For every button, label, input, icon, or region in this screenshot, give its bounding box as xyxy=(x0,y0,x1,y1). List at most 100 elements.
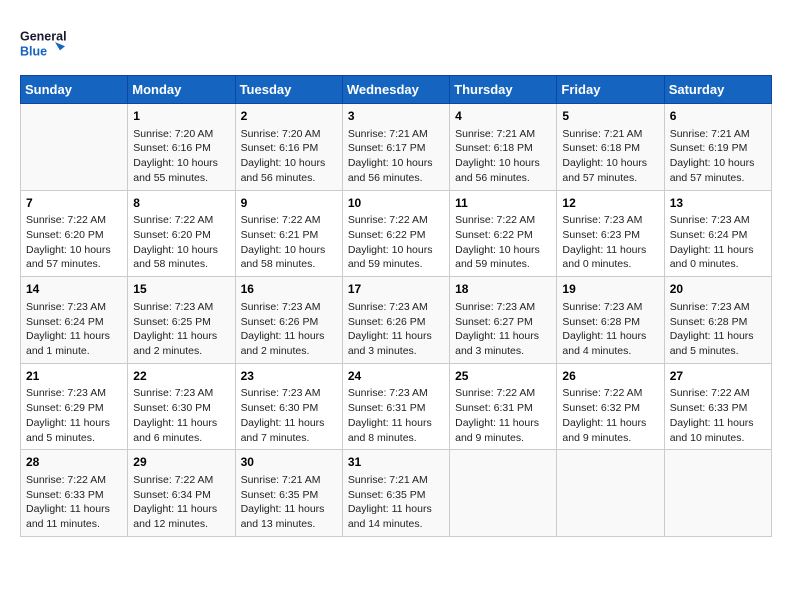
day-info: Sunrise: 7:23 AM Sunset: 6:30 PM Dayligh… xyxy=(241,386,337,445)
calendar-cell: 6 Sunrise: 7:21 AM Sunset: 6:19 PM Daylig… xyxy=(664,104,771,191)
calendar-cell: 8Sunrise: 7:22 AM Sunset: 6:20 PM Daylig… xyxy=(128,190,235,277)
calendar-body: 1Sunrise: 7:20 AM Sunset: 6:16 PM Daylig… xyxy=(21,104,772,537)
calendar-cell: 12Sunrise: 7:23 AM Sunset: 6:23 PM Dayli… xyxy=(557,190,664,277)
column-header-saturday: Saturday xyxy=(664,76,771,104)
day-number: 13 xyxy=(670,195,766,212)
day-info: Sunrise: 7:22 AM Sunset: 6:22 PM Dayligh… xyxy=(348,213,444,272)
day-number: 17 xyxy=(348,281,444,298)
calendar-cell: 5 Sunrise: 7:21 AM Sunset: 6:18 PM Daylig… xyxy=(557,104,664,191)
calendar-cell: 31 Sunrise: 7:21 AM Sunset: 6:35 PM Dayli… xyxy=(342,450,449,537)
day-info: Sunrise: 7:23 AM Sunset: 6:25 PM Dayligh… xyxy=(133,300,229,359)
day-number: 26 xyxy=(562,368,658,385)
day-number: 15 xyxy=(133,281,229,298)
svg-text:General: General xyxy=(20,29,67,43)
calendar-cell: 28 Sunrise: 7:22 AM Sunset: 6:33 PM Dayli… xyxy=(21,450,128,537)
day-info: Sunrise: 7:22 AM Sunset: 6:22 PM Dayligh… xyxy=(455,213,551,272)
week-row-3: 14Sunrise: 7:23 AM Sunset: 6:24 PM Dayli… xyxy=(21,277,772,364)
day-info: Sunrise: 7:21 AM Sunset: 6:17 PM Dayligh… xyxy=(348,127,444,186)
calendar-cell: 17 Sunrise: 7:23 AM Sunset: 6:26 PM Dayli… xyxy=(342,277,449,364)
day-number: 21 xyxy=(26,368,122,385)
day-number: 25 xyxy=(455,368,551,385)
day-number: 8 xyxy=(133,195,229,212)
day-info: Sunrise: 7:21 AM Sunset: 6:18 PM Dayligh… xyxy=(455,127,551,186)
calendar-cell: 7Sunrise: 7:22 AM Sunset: 6:20 PM Daylig… xyxy=(21,190,128,277)
day-number: 14 xyxy=(26,281,122,298)
day-number: 3 xyxy=(348,108,444,125)
day-number: 19 xyxy=(562,281,658,298)
calendar-cell: 23Sunrise: 7:23 AM Sunset: 6:30 PM Dayli… xyxy=(235,363,342,450)
day-info: Sunrise: 7:21 AM Sunset: 6:18 PM Dayligh… xyxy=(562,127,658,186)
day-info: Sunrise: 7:22 AM Sunset: 6:20 PM Dayligh… xyxy=(26,213,122,272)
calendar-cell: 18 Sunrise: 7:23 AM Sunset: 6:27 PM Dayli… xyxy=(450,277,557,364)
calendar-cell: 4 Sunrise: 7:21 AM Sunset: 6:18 PM Daylig… xyxy=(450,104,557,191)
day-info: Sunrise: 7:21 AM Sunset: 6:35 PM Dayligh… xyxy=(241,473,337,532)
page-header: General Blue xyxy=(20,20,772,65)
column-header-wednesday: Wednesday xyxy=(342,76,449,104)
calendar-cell: 30 Sunrise: 7:21 AM Sunset: 6:35 PM Dayli… xyxy=(235,450,342,537)
day-info: Sunrise: 7:22 AM Sunset: 6:34 PM Dayligh… xyxy=(133,473,229,532)
day-info: Sunrise: 7:23 AM Sunset: 6:24 PM Dayligh… xyxy=(670,213,766,272)
calendar-cell: 1Sunrise: 7:20 AM Sunset: 6:16 PM Daylig… xyxy=(128,104,235,191)
day-info: Sunrise: 7:23 AM Sunset: 6:26 PM Dayligh… xyxy=(348,300,444,359)
day-info: Sunrise: 7:23 AM Sunset: 6:27 PM Dayligh… xyxy=(455,300,551,359)
day-number: 10 xyxy=(348,195,444,212)
day-number: 9 xyxy=(241,195,337,212)
calendar-cell: 22Sunrise: 7:23 AM Sunset: 6:30 PM Dayli… xyxy=(128,363,235,450)
header-row: SundayMondayTuesdayWednesdayThursdayFrid… xyxy=(21,76,772,104)
calendar-cell: 24Sunrise: 7:23 AM Sunset: 6:31 PM Dayli… xyxy=(342,363,449,450)
calendar-table: SundayMondayTuesdayWednesdayThursdayFrid… xyxy=(20,75,772,537)
calendar-cell: 9Sunrise: 7:22 AM Sunset: 6:21 PM Daylig… xyxy=(235,190,342,277)
day-number: 27 xyxy=(670,368,766,385)
day-info: Sunrise: 7:22 AM Sunset: 6:20 PM Dayligh… xyxy=(133,213,229,272)
calendar-cell xyxy=(664,450,771,537)
day-number: 5 xyxy=(562,108,658,125)
day-number: 6 xyxy=(670,108,766,125)
calendar-cell: 13Sunrise: 7:23 AM Sunset: 6:24 PM Dayli… xyxy=(664,190,771,277)
logo: General Blue xyxy=(20,20,70,65)
calendar-cell xyxy=(557,450,664,537)
calendar-cell: 29Sunrise: 7:22 AM Sunset: 6:34 PM Dayli… xyxy=(128,450,235,537)
day-number: 12 xyxy=(562,195,658,212)
day-number: 30 xyxy=(241,454,337,471)
calendar-cell xyxy=(450,450,557,537)
column-header-monday: Monday xyxy=(128,76,235,104)
day-info: Sunrise: 7:20 AM Sunset: 6:16 PM Dayligh… xyxy=(133,127,229,186)
calendar-cell: 15 Sunrise: 7:23 AM Sunset: 6:25 PM Dayli… xyxy=(128,277,235,364)
day-number: 2 xyxy=(241,108,337,125)
calendar-cell: 3 Sunrise: 7:21 AM Sunset: 6:17 PM Daylig… xyxy=(342,104,449,191)
day-info: Sunrise: 7:21 AM Sunset: 6:35 PM Dayligh… xyxy=(348,473,444,532)
calendar-header: SundayMondayTuesdayWednesdayThursdayFrid… xyxy=(21,76,772,104)
logo-svg: General Blue xyxy=(20,20,70,65)
day-info: Sunrise: 7:22 AM Sunset: 6:33 PM Dayligh… xyxy=(670,386,766,445)
day-number: 31 xyxy=(348,454,444,471)
day-number: 11 xyxy=(455,195,551,212)
day-info: Sunrise: 7:22 AM Sunset: 6:31 PM Dayligh… xyxy=(455,386,551,445)
calendar-cell: 21Sunrise: 7:23 AM Sunset: 6:29 PM Dayli… xyxy=(21,363,128,450)
day-info: Sunrise: 7:22 AM Sunset: 6:33 PM Dayligh… xyxy=(26,473,122,532)
day-info: Sunrise: 7:22 AM Sunset: 6:21 PM Dayligh… xyxy=(241,213,337,272)
day-info: Sunrise: 7:22 AM Sunset: 6:32 PM Dayligh… xyxy=(562,386,658,445)
calendar-cell: 10Sunrise: 7:22 AM Sunset: 6:22 PM Dayli… xyxy=(342,190,449,277)
calendar-cell: 25Sunrise: 7:22 AM Sunset: 6:31 PM Dayli… xyxy=(450,363,557,450)
calendar-cell: 27Sunrise: 7:22 AM Sunset: 6:33 PM Dayli… xyxy=(664,363,771,450)
day-info: Sunrise: 7:23 AM Sunset: 6:29 PM Dayligh… xyxy=(26,386,122,445)
week-row-5: 28 Sunrise: 7:22 AM Sunset: 6:33 PM Dayli… xyxy=(21,450,772,537)
day-info: Sunrise: 7:23 AM Sunset: 6:26 PM Dayligh… xyxy=(241,300,337,359)
day-number: 20 xyxy=(670,281,766,298)
day-info: Sunrise: 7:23 AM Sunset: 6:23 PM Dayligh… xyxy=(562,213,658,272)
day-info: Sunrise: 7:20 AM Sunset: 6:16 PM Dayligh… xyxy=(241,127,337,186)
day-number: 28 xyxy=(26,454,122,471)
day-number: 24 xyxy=(348,368,444,385)
day-number: 4 xyxy=(455,108,551,125)
day-number: 18 xyxy=(455,281,551,298)
day-number: 22 xyxy=(133,368,229,385)
week-row-2: 7Sunrise: 7:22 AM Sunset: 6:20 PM Daylig… xyxy=(21,190,772,277)
day-info: Sunrise: 7:23 AM Sunset: 6:31 PM Dayligh… xyxy=(348,386,444,445)
column-header-friday: Friday xyxy=(557,76,664,104)
column-header-tuesday: Tuesday xyxy=(235,76,342,104)
calendar-cell: 16Sunrise: 7:23 AM Sunset: 6:26 PM Dayli… xyxy=(235,277,342,364)
day-info: Sunrise: 7:21 AM Sunset: 6:19 PM Dayligh… xyxy=(670,127,766,186)
calendar-cell: 20Sunrise: 7:23 AM Sunset: 6:28 PM Dayli… xyxy=(664,277,771,364)
day-number: 7 xyxy=(26,195,122,212)
calendar-cell: 14Sunrise: 7:23 AM Sunset: 6:24 PM Dayli… xyxy=(21,277,128,364)
